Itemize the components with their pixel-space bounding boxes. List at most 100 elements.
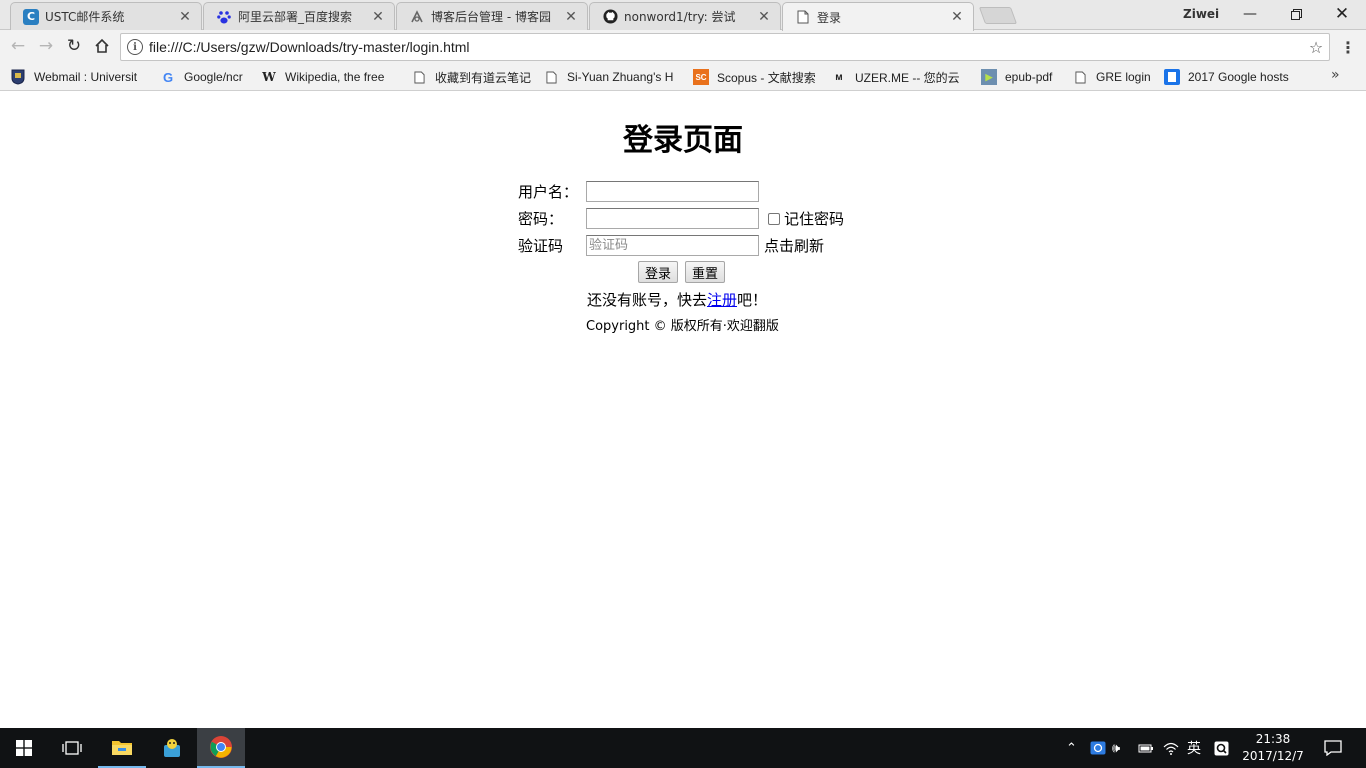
remember-checkbox[interactable] xyxy=(768,212,780,225)
refresh-captcha-link[interactable]: 点击刷新 xyxy=(764,235,824,256)
bookmark-item[interactable]: G Google/ncr xyxy=(160,68,252,86)
ime-indicator[interactable]: 英 xyxy=(1187,728,1201,768)
task-view-icon[interactable] xyxy=(48,728,96,768)
register-prefix: 还没有账号，快去 xyxy=(587,291,708,309)
tab-login-page[interactable]: 登录 ✕ xyxy=(782,2,974,31)
captcha-input[interactable] xyxy=(586,235,759,256)
bookmarks-bar: Webmail : Universit G Google/ncr W Wikip… xyxy=(0,63,1366,91)
bookmark-blue-icon xyxy=(1164,69,1180,85)
copyright-text: Copyright © 版权所有·欢迎翻版 xyxy=(586,319,779,334)
close-icon[interactable]: ✕ xyxy=(177,9,193,25)
bookmark-label: Si-Yuan Zhuang's H xyxy=(567,70,674,84)
uzer-icon: ᴍ xyxy=(835,71,843,83)
wifi-icon[interactable] xyxy=(1163,728,1179,768)
google-icon: G xyxy=(162,69,174,85)
back-icon[interactable]: ← xyxy=(6,34,30,58)
page-icon xyxy=(411,69,427,85)
tab-title: USTC邮件系统 xyxy=(45,10,125,24)
tab-github-repo[interactable]: nonword1/try: 尝试 ✕ xyxy=(589,2,781,30)
home-icon[interactable] xyxy=(90,34,114,58)
remember-label: 记住密码 xyxy=(784,210,845,228)
tab-baidu-search[interactable]: 阿里云部署_百度搜索 ✕ xyxy=(203,2,395,30)
register-prompt: 还没有账号，快去注册吧！ xyxy=(587,289,767,310)
reload-icon[interactable]: ↻ xyxy=(62,34,86,58)
tab-title: nonword1/try: 尝试 xyxy=(624,10,736,24)
bookmark-item[interactable]: Si-Yuan Zhuang's H xyxy=(543,68,681,86)
new-tab-button[interactable] xyxy=(978,7,1018,24)
tab-cnblogs-admin[interactable]: 博客后台管理 - 博客园 ✕ xyxy=(396,2,588,30)
tab-title: 登录 xyxy=(817,10,842,25)
info-icon[interactable]: i xyxy=(127,39,143,55)
tray-chevron-up-icon[interactable]: ⌃ xyxy=(1066,728,1077,768)
address-bar[interactable]: i file:///C:/Users/gzw/Downloads/try-mas… xyxy=(120,33,1330,61)
search-q-icon[interactable] xyxy=(1214,728,1229,768)
close-icon[interactable]: ✕ xyxy=(370,9,386,25)
clock-date: 2017/12/7 xyxy=(1242,749,1304,763)
bookmark-item[interactable]: W Wikipedia, the free xyxy=(261,68,395,86)
wikipedia-icon: W xyxy=(262,70,276,84)
github-icon xyxy=(602,9,618,25)
login-button[interactable]: 登录 xyxy=(638,261,679,283)
remember-password[interactable]: 记住密码 xyxy=(768,208,844,229)
baidu-paw-icon xyxy=(216,9,232,25)
page-icon xyxy=(543,69,559,85)
epub-icon: ▶ xyxy=(981,69,997,85)
bookmark-item[interactable]: 收藏到有道云笔记 xyxy=(411,68,535,86)
bookmark-label: Google/ncr xyxy=(184,70,243,84)
ustc-mail-icon: C xyxy=(23,8,39,25)
close-window-icon[interactable]: ✕ xyxy=(1319,0,1365,28)
close-icon[interactable]: ✕ xyxy=(756,9,772,25)
bookmark-label: 2017 Google hosts xyxy=(1188,70,1289,84)
clock-time: 21:38 xyxy=(1255,732,1291,746)
page-title: 登录页面 xyxy=(623,123,743,158)
close-icon[interactable]: ✕ xyxy=(949,9,965,25)
tab-strip: C USTC邮件系统 ✕ 阿里云部署_百度搜索 ✕ 博客后台管理 - 博客园 ✕… xyxy=(0,0,1366,31)
password-label: 密码： xyxy=(518,210,564,228)
university-crest-icon xyxy=(10,69,26,85)
reset-button[interactable]: 重置 xyxy=(685,261,726,283)
register-link[interactable]: 注册 xyxy=(707,291,737,309)
bookmark-label: GRE login xyxy=(1096,70,1151,84)
profile-name[interactable]: Ziwei xyxy=(1183,7,1219,21)
windows-start-icon[interactable] xyxy=(0,728,48,768)
bookmark-item[interactable]: 2017 Google hosts xyxy=(1164,68,1304,86)
chrome-icon[interactable] xyxy=(197,728,245,768)
tab-title: 阿里云部署_百度搜索 xyxy=(238,10,353,24)
bookmark-label: epub-pdf xyxy=(1005,70,1053,84)
bookmark-item[interactable]: GRE login xyxy=(1072,68,1156,86)
star-icon[interactable]: ☆ xyxy=(1303,38,1329,57)
scopus-icon: SC xyxy=(693,69,709,85)
cloud-sync-icon[interactable] xyxy=(1090,728,1106,768)
bookmark-item[interactable]: ᴍ UZER.ME -- 您的云 xyxy=(831,68,969,86)
bookmark-label: Scopus - 文献搜索 xyxy=(717,70,816,85)
cnblogs-icon xyxy=(409,9,425,25)
tab-ustc-mail[interactable]: C USTC邮件系统 ✕ xyxy=(10,2,202,30)
bookmark-label: UZER.ME -- 您的云 xyxy=(855,70,960,85)
register-suffix: 吧！ xyxy=(737,291,768,309)
captcha-label: 验证码 xyxy=(518,237,564,255)
tab-title: 博客后台管理 - 博客园 xyxy=(431,10,551,24)
forward-icon[interactable]: → xyxy=(34,34,58,58)
bookmark-item[interactable]: ▶ epub-pdf xyxy=(981,68,1063,86)
notifications-icon[interactable] xyxy=(1324,728,1342,768)
password-input[interactable] xyxy=(586,208,759,229)
app-icon[interactable] xyxy=(148,728,196,768)
system-clock[interactable]: 21:38 2017/12/7 xyxy=(1236,731,1310,765)
close-icon[interactable]: ✕ xyxy=(563,9,579,25)
url-text[interactable]: file:///C:/Users/gzw/Downloads/try-maste… xyxy=(149,39,1303,55)
username-label: 用户名： xyxy=(518,183,579,201)
minimize-icon[interactable]: — xyxy=(1227,0,1273,28)
bookmark-item[interactable]: SC Scopus - 文献搜索 xyxy=(693,68,821,86)
page-icon xyxy=(795,9,811,25)
chevron-double-right-icon[interactable]: » xyxy=(1331,67,1340,83)
battery-icon[interactable] xyxy=(1138,728,1154,768)
file-explorer-icon[interactable] xyxy=(98,728,146,768)
username-input[interactable] xyxy=(586,181,759,202)
page-icon xyxy=(1072,69,1088,85)
restore-icon[interactable] xyxy=(1273,0,1319,28)
bookmark-item[interactable]: Webmail : Universit xyxy=(10,68,146,86)
menu-icon[interactable]: ⋮ xyxy=(1338,35,1358,59)
taskbar: ⌃ 🕪 英 21:38 2017/12/7 xyxy=(0,728,1366,768)
volume-icon[interactable]: 🕪 xyxy=(1112,728,1120,768)
bookmark-label: Webmail : Universit xyxy=(34,70,138,84)
